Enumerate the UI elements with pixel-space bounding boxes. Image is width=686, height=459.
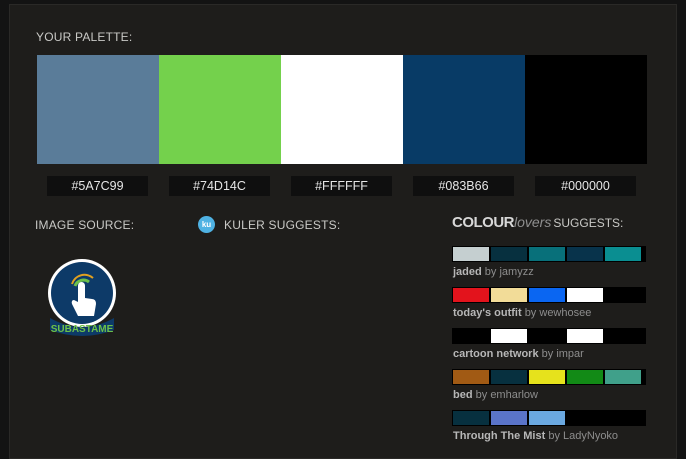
by-label: by <box>541 348 554 360</box>
suggested-palette-caption: bed by emharlow <box>453 389 538 401</box>
palette-name-link[interactable]: jaded <box>453 266 482 278</box>
hex-label-2: #74D14C <box>169 176 270 196</box>
strip-color <box>567 288 603 302</box>
strip-color <box>453 247 489 261</box>
suggested-palette-caption: today's outfit by wewhosee <box>453 307 591 319</box>
your-palette-heading: YOUR PALETTE: <box>36 30 133 44</box>
strip-color <box>491 329 527 343</box>
suggested-palette-strip[interactable] <box>452 328 646 344</box>
strip-color <box>605 247 641 261</box>
palette-swatch-5[interactable] <box>525 55 647 164</box>
palette-name-link[interactable]: bed <box>453 389 473 401</box>
strip-color <box>567 370 603 384</box>
suggested-palette-caption: Through The Mist by LadyNyoko <box>453 430 618 442</box>
palette-name-link[interactable]: cartoon network <box>453 348 539 360</box>
by-label: by <box>548 430 560 442</box>
suggested-palette-strip[interactable] <box>452 287 646 303</box>
hex-label-5: #000000 <box>535 176 636 196</box>
palette-swatch-1[interactable] <box>37 55 159 164</box>
palette-author-link[interactable]: impar <box>556 348 584 360</box>
strip-color <box>605 411 641 425</box>
image-source-logo[interactable]: SUBASTAME <box>44 258 120 340</box>
strip-color <box>453 288 489 302</box>
strip-color <box>605 329 641 343</box>
suggested-palette-strip[interactable] <box>452 246 646 262</box>
by-label: by <box>484 266 497 278</box>
hex-label-1: #5A7C99 <box>47 176 148 196</box>
palette-swatch-2[interactable] <box>159 55 281 164</box>
strip-color <box>529 247 565 261</box>
strip-color <box>453 329 489 343</box>
colourlovers-logo-light: lovers <box>514 214 552 230</box>
palette-author-link[interactable]: emharlow <box>490 389 538 401</box>
strip-color <box>529 411 565 425</box>
hand-touch-icon: SUBASTAME <box>48 259 116 336</box>
strip-color <box>605 288 641 302</box>
palette-swatch-4[interactable] <box>403 55 525 164</box>
strip-color <box>491 370 527 384</box>
strip-color <box>491 247 527 261</box>
by-label: by <box>475 389 488 401</box>
strip-color <box>605 370 641 384</box>
hex-label-3: #FFFFFF <box>291 176 392 196</box>
strip-color <box>491 411 527 425</box>
strip-color <box>567 329 603 343</box>
kuler-icon: ku <box>198 216 215 233</box>
colourlovers-suggests-label: SUGGESTS: <box>553 216 624 230</box>
palette-swatch-3[interactable] <box>281 55 403 164</box>
strip-color <box>567 411 603 425</box>
palette-author-link[interactable]: jamyzz <box>499 266 533 278</box>
colourlovers-logo-bold: COLOUR <box>452 214 515 231</box>
strip-color <box>529 288 565 302</box>
colourlovers-heading: COLOURlovers SUGGESTS: <box>452 214 623 232</box>
by-label: by <box>524 307 537 319</box>
kuler-suggests-heading: KULER SUGGESTS: <box>224 218 341 232</box>
suggested-palette-strip[interactable] <box>452 410 646 426</box>
palette-author-link[interactable]: LadyNyoko <box>563 430 618 442</box>
strip-color <box>453 411 489 425</box>
strip-color <box>567 247 603 261</box>
palette-name-link[interactable]: today's outfit <box>453 307 522 319</box>
logo-text: SUBASTAME <box>51 324 114 335</box>
strip-color <box>529 329 565 343</box>
suggested-palette-caption: jaded by jamyzz <box>453 266 534 278</box>
hex-label-4: #083B66 <box>413 176 514 196</box>
strip-color <box>529 370 565 384</box>
image-source-heading: IMAGE SOURCE: <box>35 218 135 232</box>
palette-author-link[interactable]: wewhosee <box>539 307 591 319</box>
suggested-palette-caption: cartoon network by impar <box>453 348 584 360</box>
palette-name-link[interactable]: Through The Mist <box>453 430 545 442</box>
strip-color <box>491 288 527 302</box>
suggested-palette-strip[interactable] <box>452 369 646 385</box>
strip-color <box>453 370 489 384</box>
